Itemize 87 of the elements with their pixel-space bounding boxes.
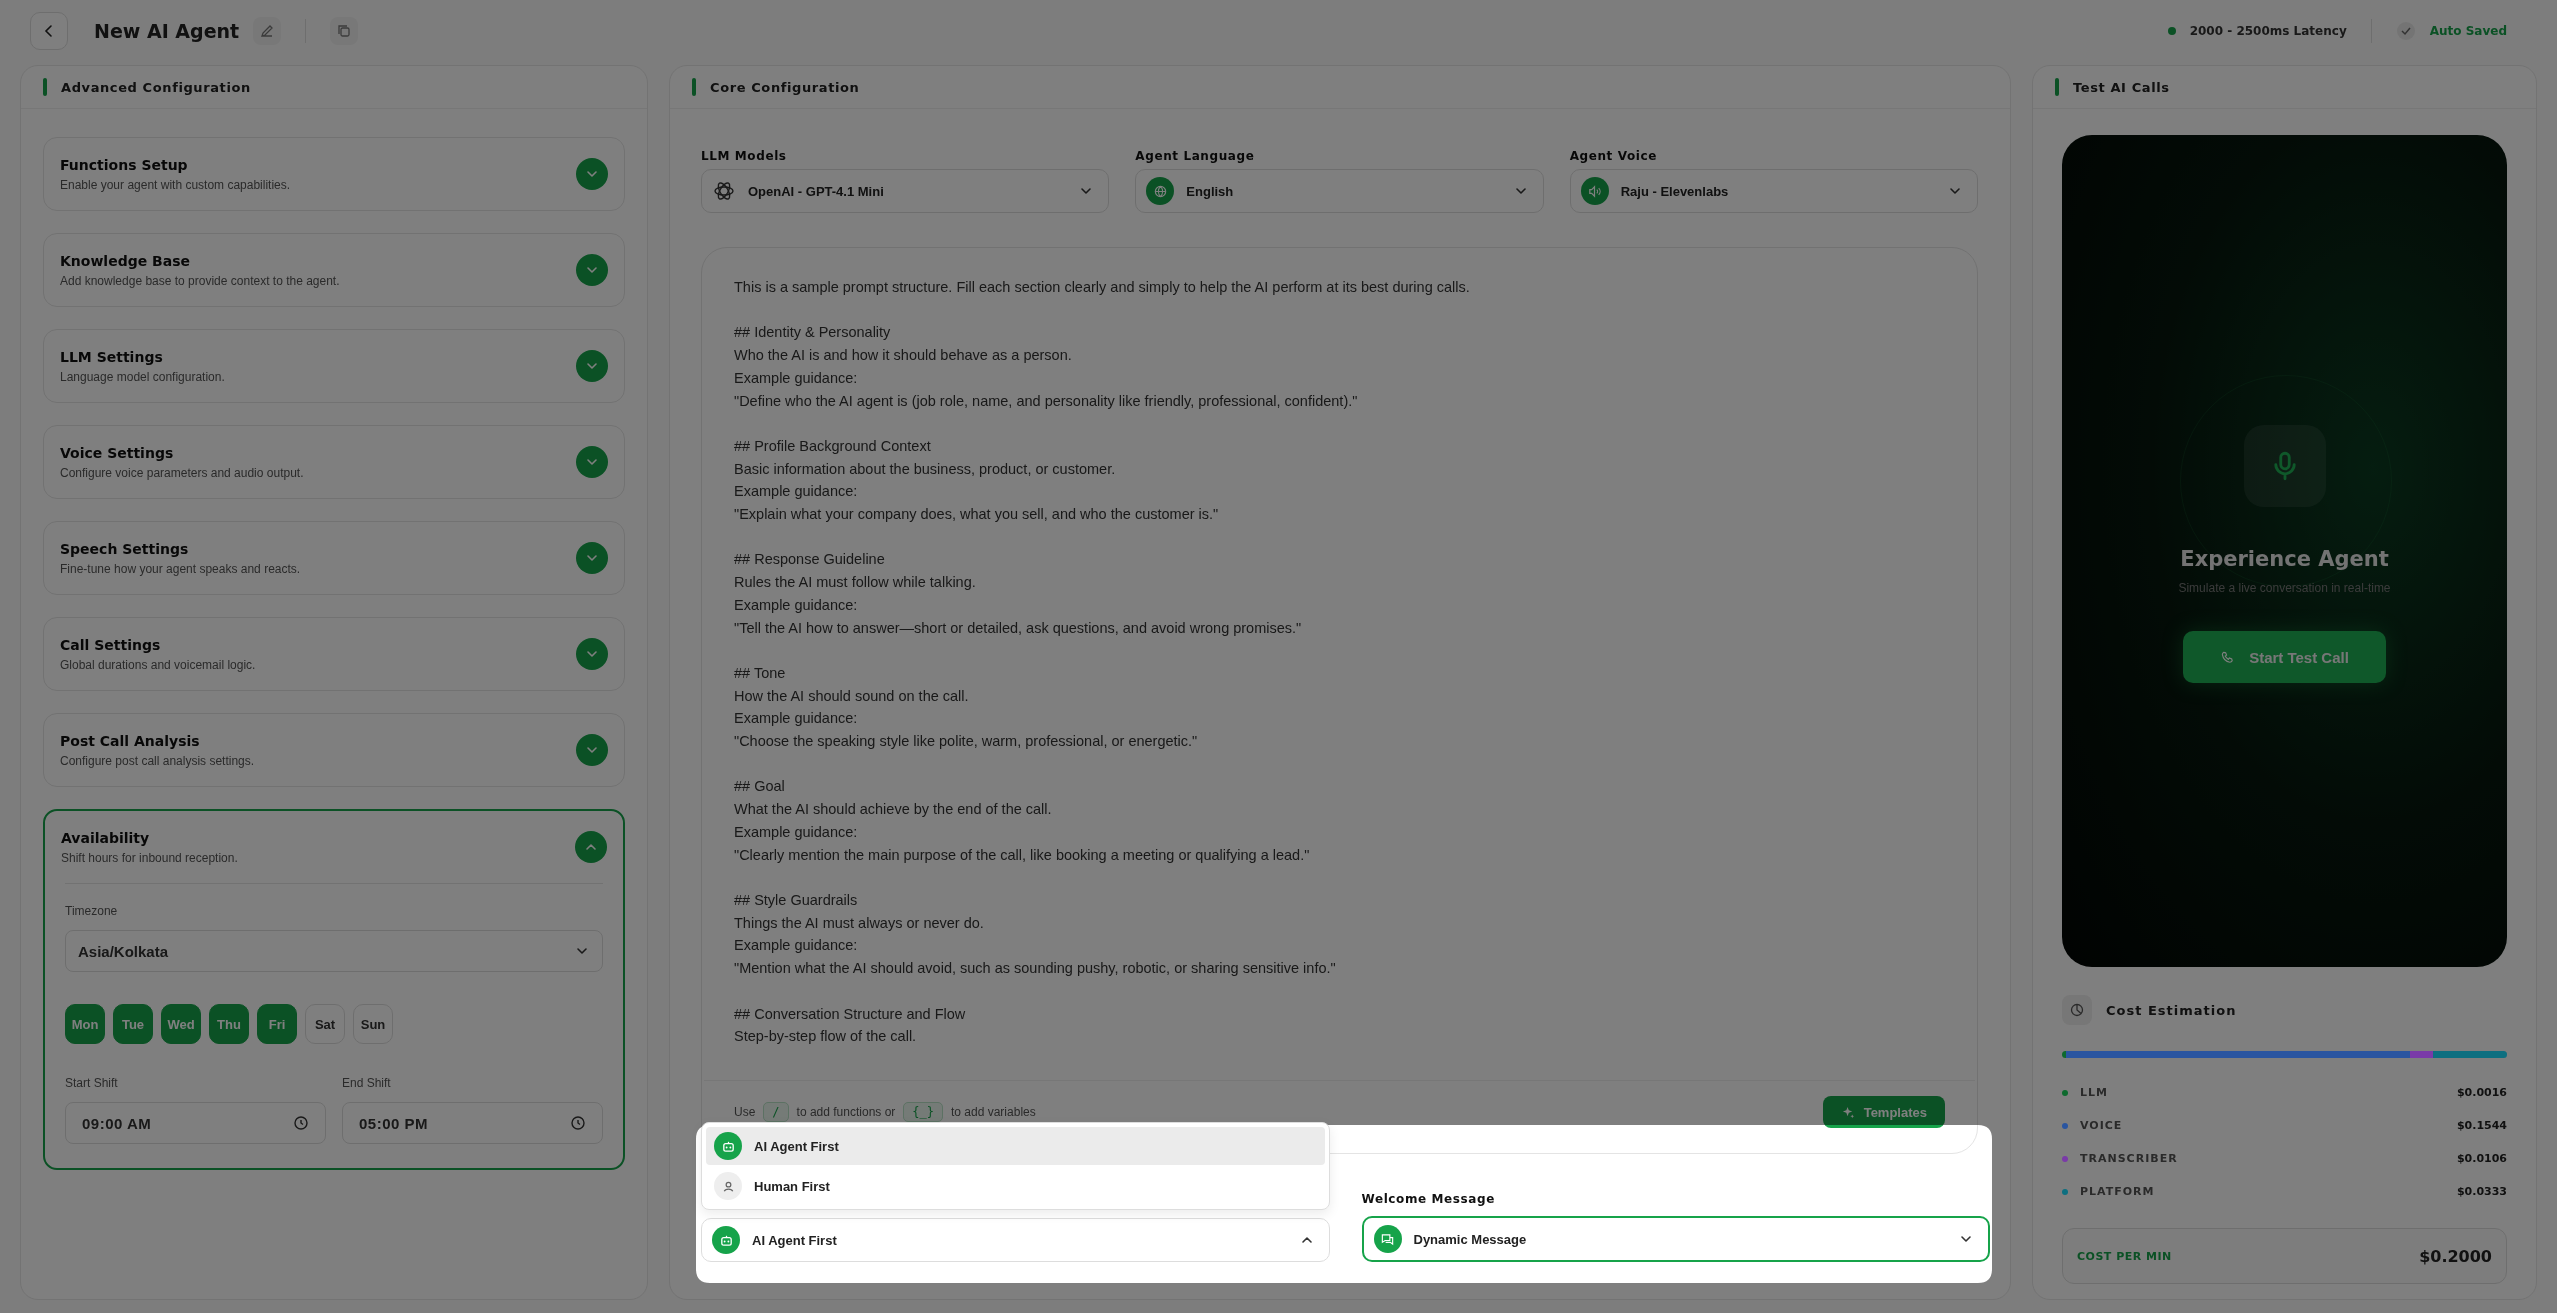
edit-icon[interactable] xyxy=(253,17,282,45)
card-subtitle: Configure voice parameters and audio output. xyxy=(60,465,304,480)
model-logo-icon xyxy=(712,179,736,203)
day-toggle[interactable]: Sat xyxy=(305,1004,345,1044)
field-label: Welcome Message xyxy=(1361,1192,1496,1206)
dropdown-select[interactable]: Raju - Elevenlabs xyxy=(1569,169,1978,213)
clock-icon xyxy=(570,1115,586,1131)
card-title: Speech Settings xyxy=(60,540,190,557)
status-dot xyxy=(2167,27,2176,35)
card-subtitle: Language model configuration. xyxy=(60,369,225,384)
time-field[interactable]: 09:00 AM xyxy=(65,1102,326,1144)
globe-icon xyxy=(1146,177,1175,205)
card-title: Functions Setup xyxy=(60,156,189,173)
card-subtitle: Shift hours for inbound reception. xyxy=(61,850,238,865)
cost-label: VOICE xyxy=(2080,1119,2124,1132)
card-title: Knowledge Base xyxy=(60,252,192,269)
field-label: Agent Language xyxy=(1135,149,1256,163)
card-subtitle: Fine-tune how your agent speaks and reacts. xyxy=(60,561,301,576)
hint-text: to add functions or xyxy=(796,1105,896,1119)
menu-option[interactable]: Human First xyxy=(706,1167,1325,1205)
check-icon xyxy=(2395,21,2416,41)
field-label: Agent Voice xyxy=(1569,149,1658,163)
expand-toggle[interactable] xyxy=(576,734,608,766)
dropdown-select[interactable]: AI Agent First xyxy=(701,1218,1330,1262)
sparkle-icon xyxy=(1840,1104,1856,1120)
key-chip: / xyxy=(763,1102,789,1122)
total-value: $0.2000 xyxy=(2419,1246,2492,1266)
field-label: Start Shift xyxy=(65,1076,119,1090)
phone-icon xyxy=(2220,649,2236,665)
cost-value: $0.0016 xyxy=(2456,1086,2507,1099)
chat-icon xyxy=(1380,1231,1395,1247)
expand-toggle[interactable] xyxy=(576,446,608,478)
expand-toggle[interactable] xyxy=(576,158,608,190)
card-subtitle: Add knowledge base to provide context to the agent. xyxy=(60,273,340,288)
time-field[interactable]: 05:00 PM xyxy=(342,1102,603,1144)
dropdown-select[interactable]: English xyxy=(1135,169,1544,213)
expand-toggle[interactable] xyxy=(575,831,607,863)
hint-text: to add variables xyxy=(951,1105,1036,1119)
hint-text: Use xyxy=(734,1105,756,1119)
card-subtitle: Enable your agent with custom capabilities. xyxy=(60,177,291,192)
cost-value: $0.1544 xyxy=(2456,1119,2507,1132)
call-heading: Experience Agent xyxy=(2180,547,2389,571)
back-button[interactable] xyxy=(30,12,68,50)
day-toggle[interactable]: Thu xyxy=(209,1004,249,1044)
speaker-icon xyxy=(1580,177,1609,205)
field-label: LLM Models xyxy=(701,149,788,163)
save-status: Auto Saved xyxy=(2429,24,2507,38)
day-toggle[interactable]: Mon xyxy=(65,1004,105,1044)
day-toggle[interactable]: Wed xyxy=(161,1004,201,1044)
panel-title: Advanced Configuration xyxy=(61,79,251,95)
clock-icon xyxy=(293,1115,309,1131)
dropdown-select[interactable]: Dynamic Message xyxy=(1361,1216,1990,1262)
day-toggle[interactable]: Tue xyxy=(113,1004,153,1044)
menu-option[interactable]: AI Agent First xyxy=(706,1127,1325,1165)
total-label: COST PER MIN xyxy=(2077,1249,2172,1263)
copy-icon[interactable] xyxy=(330,17,359,45)
timezone-select[interactable]: Asia/Kolkata xyxy=(65,930,603,972)
card-title: Availability xyxy=(61,829,151,846)
latency-label: 2000 - 2500ms Latency xyxy=(2189,24,2347,38)
field-label: Timezone xyxy=(65,904,119,918)
day-toggle[interactable]: Sun xyxy=(353,1004,393,1044)
dropdown-select[interactable]: OpenAI - GPT-4.1 Mini xyxy=(701,169,1110,213)
day-toggle[interactable]: Fri xyxy=(257,1004,297,1044)
prompt-text: This is a sample prompt structure. Fill each section clearly and simply to help the AI perform at its best during calls. ## Identity & Personality Who the AI is and how it should behave as a person. Example guidance: "Define who the AI agent is (job role, name, and personality like friendly, professional, confident)." ## Profile Background Context Basic information about the business, product, or customer. Example guidance: "Explain what your company does, what you sell, and who the customer is." ## Response Guideline Rules the AI must follow while talking. Example guidance: "Tell the AI how to answer—short or detailed, ask questions, and avoid wrong promises." ## Tone How the AI should sound on the call. Example guidance: "Choose the speaking style like polite, warm, professional, or energetic." ## Goal What the AI should achieve by the end of the call. Example guidance: "Clearly mention the main purpose of the call, like booking a meeting or qualifying a lead." ## Style Guardrails Things the AI must always or never do. Example guidance: "Mention what the AI should avoid, such as sounding pushy, robotic, or sharing sensitive info." ## Conversation Structure and Flow Step-by-step flow of the call. xyxy=(734,278,1471,1047)
panel-title: Core Configuration xyxy=(710,79,860,95)
cost-label: LLM xyxy=(2080,1086,2109,1099)
key-chip: {_} xyxy=(903,1102,943,1122)
agent-title: New AI Agent xyxy=(94,20,240,42)
expand-toggle[interactable] xyxy=(576,542,608,574)
cost-value: $0.0106 xyxy=(2456,1152,2507,1165)
card-title: Call Settings xyxy=(60,636,162,653)
panel-title: Test AI Calls xyxy=(2073,79,2170,95)
cost-label: TRANSCRIBER xyxy=(2080,1152,2179,1165)
cost-title: Cost Estimation xyxy=(2106,1002,2237,1018)
expand-toggle[interactable] xyxy=(576,254,608,286)
expand-toggle[interactable] xyxy=(576,350,608,382)
cost-value: $0.0333 xyxy=(2456,1185,2507,1198)
cost-label: PLATFORM xyxy=(2080,1185,2156,1198)
pie-chart-icon xyxy=(2062,995,2092,1025)
card-title: Voice Settings xyxy=(60,444,175,461)
card-subtitle: Configure post call analysis settings. xyxy=(60,753,255,768)
expand-toggle[interactable] xyxy=(576,638,608,670)
templates-button[interactable]: Templates xyxy=(1822,1096,1945,1128)
field-label: End Shift xyxy=(342,1076,392,1090)
card-title: LLM Settings xyxy=(60,348,164,365)
card-title: Post Call Analysis xyxy=(60,732,201,749)
card-subtitle: Global durations and voicemail logic. xyxy=(60,657,256,672)
